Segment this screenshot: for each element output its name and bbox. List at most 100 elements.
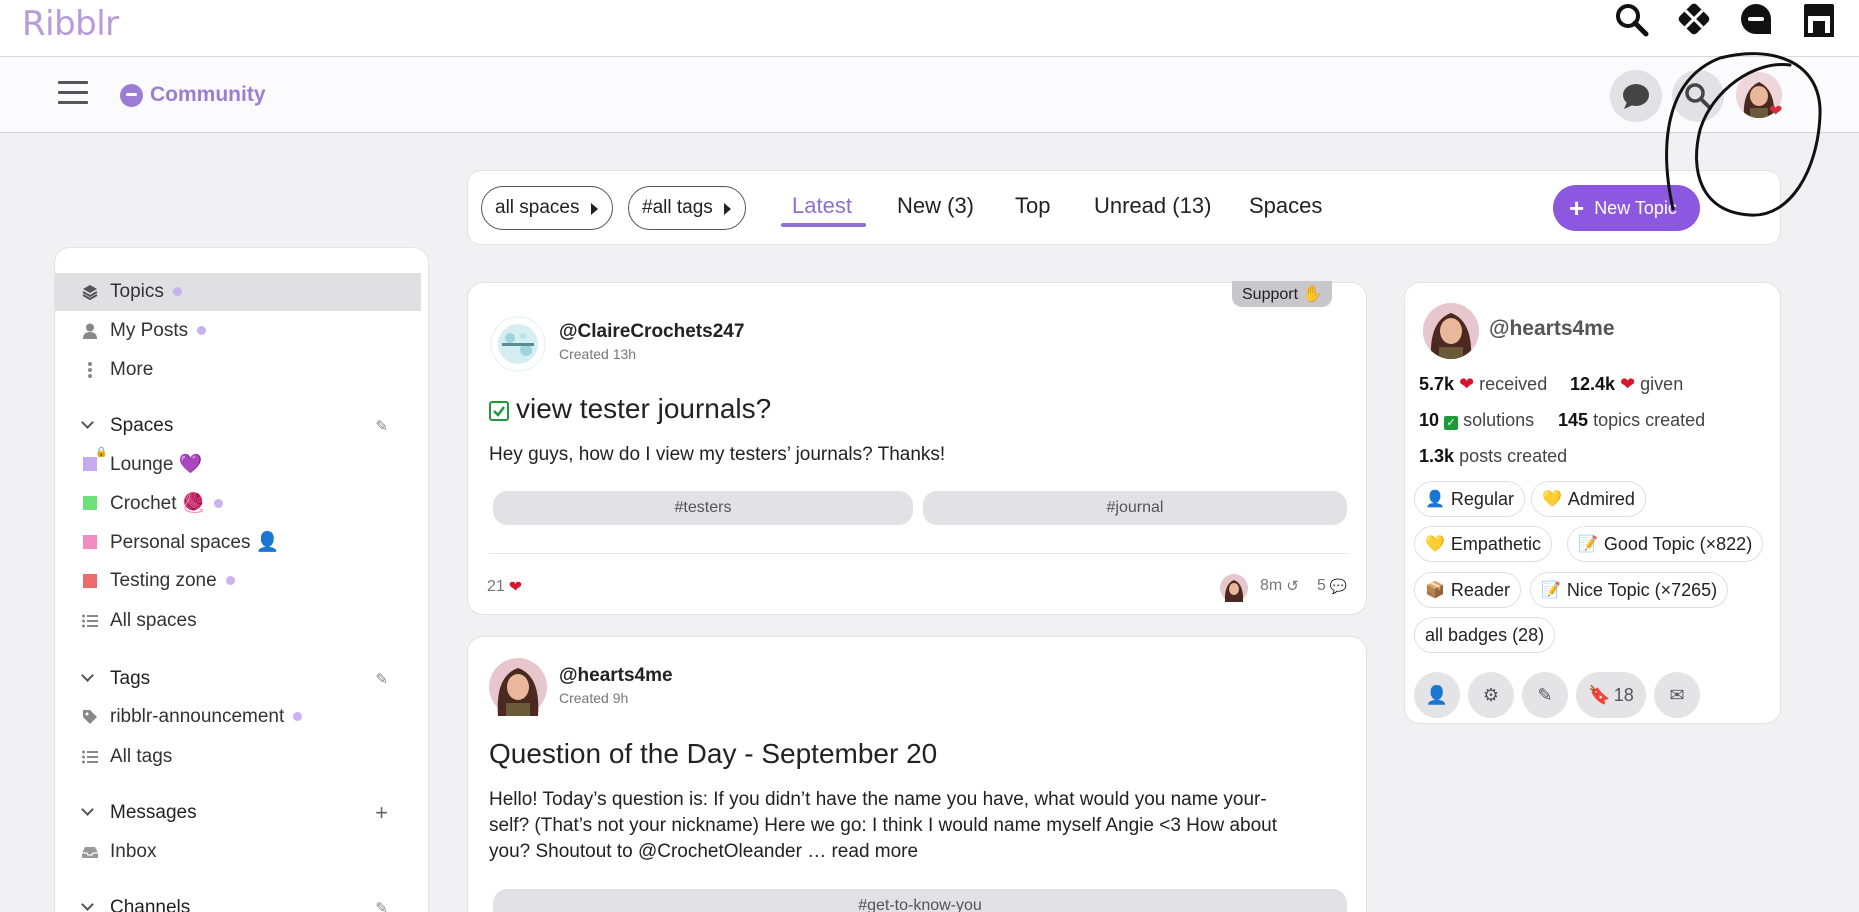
pencil-icon: ✎ <box>1537 684 1553 705</box>
edit-pencil-icon[interactable]: ✎ <box>375 670 388 688</box>
unread-dot <box>197 326 207 336</box>
sidebar-item-topics[interactable]: Topics <box>55 273 421 311</box>
space-color-icon <box>82 534 98 550</box>
add-message-icon[interactable]: + <box>375 800 388 826</box>
badge-nice-topic[interactable]: 📝 Nice Topic (×7265) <box>1530 572 1729 608</box>
sidebar-item-ribblr-announcement[interactable]: ribblr-announcement <box>55 698 421 736</box>
tag-journal[interactable]: #journal <box>923 491 1347 525</box>
author-avatar[interactable] <box>489 658 547 716</box>
created-time: Created 13h <box>559 346 637 362</box>
tab-top[interactable]: Top <box>1015 193 1050 219</box>
read-more-link[interactable]: read more <box>831 841 918 862</box>
message-button[interactable]: ✉ <box>1654 672 1700 718</box>
created-time: Created 9h <box>559 690 629 706</box>
search-button[interactable] <box>1672 70 1724 122</box>
topic-title[interactable]: Question of the Day - September 20 <box>489 738 937 770</box>
messages-section-header[interactable]: Messages + <box>55 796 421 830</box>
channels-section-header[interactable]: Channels ✎ <box>55 891 421 912</box>
badge-label: Empathetic <box>1450 533 1541 554</box>
space-color-icon <box>82 573 98 589</box>
author-name[interactable]: @ClaireCrochets247 <box>559 321 744 343</box>
spaces-filter-dropdown[interactable]: all spaces <box>481 186 613 230</box>
search-icon[interactable] <box>1612 1 1650 37</box>
section-title: Tags <box>110 668 151 689</box>
badge-regular[interactable]: 👤 Regular <box>1414 481 1525 517</box>
tab-unread[interactable]: Unread (13) <box>1094 193 1211 219</box>
tag-testers[interactable]: #testers <box>493 491 913 525</box>
last-activity[interactable]: 8m ↺ <box>1260 577 1299 595</box>
shop-icon[interactable] <box>1800 1 1838 37</box>
profile-avatar[interactable] <box>1423 303 1479 359</box>
community-title[interactable]: Community <box>150 83 266 107</box>
topic-card[interactable]: @ClaireCrochets247 Created 13h view test… <box>467 282 1367 615</box>
sidebar-item-testing-zone[interactable]: Testing zone <box>55 562 421 600</box>
chevron-down-icon <box>81 898 94 911</box>
edit-button[interactable]: ✎ <box>1522 672 1568 718</box>
layers-icon <box>82 284 98 300</box>
badge-reader[interactable]: 📦 Reader <box>1414 572 1521 608</box>
sidebar-item-all-tags[interactable]: All tags <box>55 738 421 776</box>
sidebar-item-label: Personal spaces 👤 <box>110 532 280 553</box>
settings-button[interactable]: ⚙ <box>1468 672 1514 718</box>
tab-spaces[interactable]: Spaces <box>1249 193 1322 219</box>
badge-empathetic[interactable]: 💛 Empathetic <box>1414 526 1552 562</box>
profile-username[interactable]: @hearts4me <box>1489 317 1615 341</box>
reply-count-value: 5 <box>1317 577 1326 594</box>
bookmarks-button[interactable]: 🔖 18 <box>1576 672 1646 718</box>
edit-pencil-icon[interactable]: ✎ <box>375 899 388 912</box>
new-topic-label: New Topic <box>1594 197 1677 218</box>
stat-value: 145 <box>1558 410 1589 430</box>
tab-new[interactable]: New (3) <box>897 193 974 219</box>
tab-latest[interactable]: Latest <box>792 193 852 219</box>
community-header: Community ❤ <box>0 57 1859 133</box>
edit-pencil-icon[interactable]: ✎ <box>375 417 388 435</box>
posts-created-stat: 1.3k posts created <box>1419 446 1567 467</box>
excerpt-line: Hello! Today’s question is: If you didn’… <box>489 789 1267 810</box>
history-icon: ↺ <box>1286 578 1299 595</box>
like-count[interactable]: 21 ❤ <box>487 577 522 597</box>
tags-section-header[interactable]: Tags ✎ <box>55 662 421 696</box>
menu-icon[interactable] <box>58 81 88 107</box>
bookmark-icon: 🔖 <box>1588 684 1611 705</box>
sidebar-item-all-spaces[interactable]: All spaces <box>55 602 421 640</box>
excerpt-line: you? Shoutout to @CrochetOleander … <box>489 841 832 862</box>
sidebar-item-crochet[interactable]: Crochet 🧶 <box>55 484 421 522</box>
tag-get-to-know-you[interactable]: #get-to-know-you <box>493 889 1347 912</box>
stat-value: 5.7k <box>1419 374 1455 394</box>
sidebar-item-inbox[interactable]: Inbox <box>55 833 421 871</box>
community-icon[interactable] <box>1737 1 1775 37</box>
last-poster-avatar[interactable] <box>1220 574 1248 602</box>
sidebar-item-my-posts[interactable]: My Posts <box>55 312 421 350</box>
comment-icon: 💬 <box>1329 577 1348 594</box>
topic-title[interactable]: view tester journals? <box>516 393 771 425</box>
spaces-section-header[interactable]: Spaces ✎ <box>55 409 421 443</box>
patterns-icon[interactable] <box>1675 1 1713 37</box>
active-tab-indicator <box>781 223 866 227</box>
author-name[interactable]: @hearts4me <box>559 665 673 687</box>
badge-good-topic[interactable]: 📝 Good Topic (×822) <box>1567 526 1764 562</box>
badge-admired[interactable]: 💛 Admired <box>1531 481 1646 517</box>
heart-icon: ❤ <box>1620 374 1636 394</box>
sidebar-item-personal-spaces[interactable]: Personal spaces 👤 <box>55 523 421 561</box>
reply-count[interactable]: 5 💬 <box>1317 577 1347 595</box>
checkbox-icon: ✓ <box>1444 416 1459 430</box>
profile-button[interactable]: 👤 <box>1414 672 1460 718</box>
reader-icon: 📦 <box>1425 582 1445 599</box>
unread-dot <box>293 712 303 722</box>
topic-card[interactable]: @hearts4me Created 9h Question of the Da… <box>467 636 1367 912</box>
stat-value: 12.4k <box>1570 374 1616 394</box>
chat-button[interactable] <box>1610 70 1662 122</box>
sidebar-item-label: Inbox <box>110 841 157 862</box>
category-badge[interactable]: Support ✋ <box>1232 281 1333 307</box>
new-topic-button[interactable]: + New Topic <box>1553 185 1700 231</box>
ribblr-logo[interactable]: Ribblr <box>22 4 119 44</box>
unread-dot <box>225 576 235 586</box>
sidebar-item-more[interactable]: More <box>55 351 421 389</box>
sidebar-item-lounge[interactable]: 🔒 Lounge 💜 <box>55 445 421 483</box>
space-color-icon <box>82 495 98 511</box>
tags-filter-dropdown[interactable]: #all tags <box>628 186 746 230</box>
plus-icon: + <box>1569 193 1585 223</box>
author-avatar[interactable] <box>490 316 546 372</box>
like-count-value: 21 <box>487 578 505 595</box>
all-badges-link[interactable]: all badges (28) <box>1414 617 1556 653</box>
